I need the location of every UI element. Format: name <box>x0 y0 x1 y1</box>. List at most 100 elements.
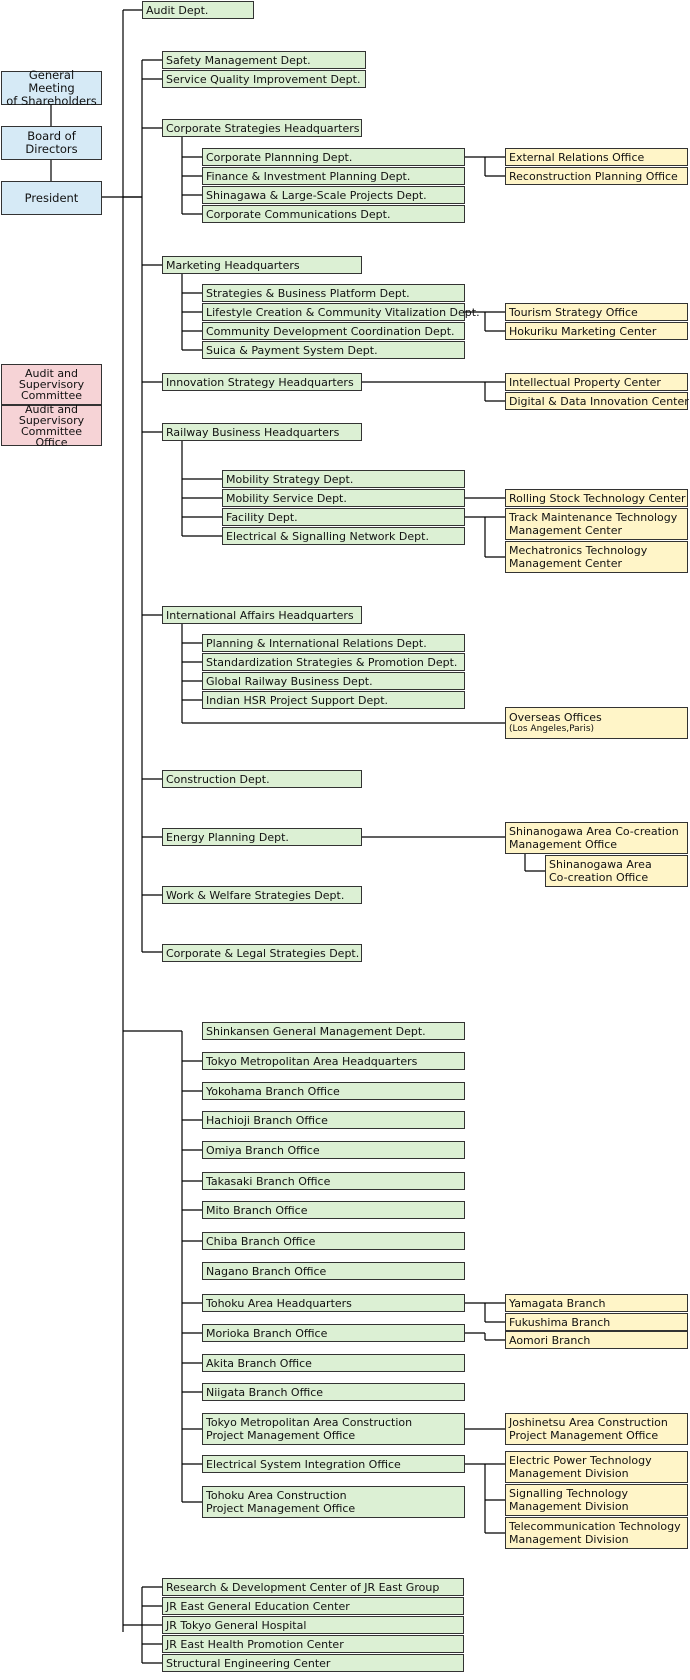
board-of-directors-box[interactable]: Board of Directors <box>1 126 102 160</box>
railway-child-label: Mobility Service Dept. <box>226 491 347 505</box>
construction-dept-box[interactable]: Construction Dept. <box>162 770 362 788</box>
railway-child-box[interactable]: Electrical & Signalling Network Dept. <box>222 527 465 545</box>
branch-label: Mito Branch Office <box>206 1203 308 1217</box>
president-box[interactable]: President <box>1 181 102 215</box>
intellectual-property-label: Intellectual Property Center <box>509 375 661 389</box>
mechatronics-box[interactable]: Mechatronics Technology Management Cente… <box>505 541 688 573</box>
marketing-child-label: Suica & Payment System Dept. <box>206 343 378 357</box>
hokuriku-marketing-label: Hokuriku Marketing Center <box>509 324 657 338</box>
branch-box[interactable]: Tokyo Metropolitan Area Headquarters <box>202 1052 465 1070</box>
external-relations-label: External Relations Office <box>509 150 645 164</box>
track-maintenance-box[interactable]: Track Maintenance Technology Management … <box>505 508 688 540</box>
branch-box[interactable]: Mito Branch Office <box>202 1201 465 1219</box>
audit-committee-office-box[interactable]: Audit and Supervisory Committee Office <box>1 404 102 448</box>
marketing-child-box[interactable]: Community Development Coordination Dept. <box>202 322 465 340</box>
external-relations-box[interactable]: External Relations Office <box>505 148 688 166</box>
international-child-label: Standardization Strategies & Promotion D… <box>206 655 458 669</box>
branch-box[interactable]: Omiya Branch Office <box>202 1141 465 1159</box>
safety-management-label: Safety Management Dept. <box>166 53 311 67</box>
railway-child-box[interactable]: Mobility Strategy Dept. <box>222 470 465 488</box>
institution-box[interactable]: Research & Development Center of JR East… <box>162 1578 464 1596</box>
safety-management-box[interactable]: Safety Management Dept. <box>162 51 366 69</box>
energy-planning-label: Energy Planning Dept. <box>166 830 289 844</box>
corp-child-box[interactable]: Corporate Plannning Dept. <box>202 148 465 166</box>
corp-child-box[interactable]: Finance & Investment Planning Dept. <box>202 167 465 185</box>
branch-box[interactable]: Shinkansen General Management Dept. <box>202 1022 465 1040</box>
audit-dept-box[interactable]: Audit Dept. <box>142 1 254 19</box>
telecom-division-box[interactable]: Telecommunication Technology Management … <box>505 1517 688 1549</box>
telecom-division-label: Telecommunication Technology Management … <box>509 1520 681 1546</box>
shinanogawa-management-box[interactable]: Shinanogawa Area Co-creation Management … <box>505 822 688 854</box>
audit-committee-label: Audit and Supervisory Committee <box>18 367 85 402</box>
branch-label: Tokyo Metropolitan Area Headquarters <box>206 1054 418 1068</box>
international-child-box[interactable]: Indian HSR Project Support Dept. <box>202 691 465 709</box>
branch-label: Takasaki Branch Office <box>206 1174 331 1188</box>
international-child-box[interactable]: Global Railway Business Dept. <box>202 672 465 690</box>
international-child-box[interactable]: Planning & International Relations Dept. <box>202 634 465 652</box>
innovation-hq-box[interactable]: Innovation Strategy Headquarters <box>162 373 362 391</box>
overseas-offices-box[interactable]: Overseas Offices (Los Angeles,Paris) <box>505 707 688 739</box>
service-quality-box[interactable]: Service Quality Improvement Dept. <box>162 70 366 88</box>
institution-label: JR East Health Promotion Center <box>166 1637 344 1651</box>
branch-box[interactable]: Akita Branch Office <box>202 1354 465 1372</box>
branch-box[interactable]: Morioka Branch Office <box>202 1324 465 1342</box>
signalling-division-box[interactable]: Signalling Technology Management Divisio… <box>505 1484 688 1516</box>
audit-committee-box[interactable]: Audit and Supervisory Committee <box>1 364 102 405</box>
branch-label: Tokyo Metropolitan Area Construction Pro… <box>206 1416 413 1442</box>
branch-box[interactable]: Hachioji Branch Office <box>202 1111 465 1129</box>
construction-dept-label: Construction Dept. <box>166 772 270 786</box>
work-welfare-box[interactable]: Work & Welfare Strategies Dept. <box>162 886 362 904</box>
institution-box[interactable]: JR Tokyo General Hospital <box>162 1616 464 1634</box>
fukushima-branch-box[interactable]: Fukushima Branch <box>505 1313 688 1331</box>
institution-box[interactable]: JR East Health Promotion Center <box>162 1635 464 1653</box>
work-welfare-label: Work & Welfare Strategies Dept. <box>166 888 345 902</box>
reconstruction-planning-box[interactable]: Reconstruction Planning Office <box>505 167 688 185</box>
institution-box[interactable]: JR East General Education Center <box>162 1597 464 1615</box>
branch-label: Chiba Branch Office <box>206 1234 316 1248</box>
branch-box[interactable]: Tohoku Area Construction Project Managem… <box>202 1486 465 1518</box>
intellectual-property-box[interactable]: Intellectual Property Center <box>505 373 688 391</box>
railway-child-box[interactable]: Facility Dept. <box>222 508 465 526</box>
branch-box[interactable]: Chiba Branch Office <box>202 1232 465 1250</box>
branch-box[interactable]: Tohoku Area Headquarters <box>202 1294 465 1312</box>
branch-box[interactable]: Niigata Branch Office <box>202 1383 465 1401</box>
rolling-stock-box[interactable]: Rolling Stock Technology Center <box>505 489 688 507</box>
branch-box[interactable]: Takasaki Branch Office <box>202 1172 465 1190</box>
corp-child-box[interactable]: Corporate Communications Dept. <box>202 205 465 223</box>
corp-child-box[interactable]: Shinagawa & Large-Scale Projects Dept. <box>202 186 465 204</box>
branch-label: Shinkansen General Management Dept. <box>206 1024 426 1038</box>
branch-box[interactable]: Nagano Branch Office <box>202 1262 465 1280</box>
marketing-hq-box[interactable]: Marketing Headquarters <box>162 256 362 274</box>
energy-planning-box[interactable]: Energy Planning Dept. <box>162 828 362 846</box>
institution-box[interactable]: Structural Engineering Center <box>162 1654 464 1672</box>
yamagata-branch-label: Yamagata Branch <box>509 1296 606 1310</box>
branch-label: Niigata Branch Office <box>206 1385 324 1399</box>
joshinetsu-construction-box[interactable]: Joshinetsu Area Construction Project Man… <box>505 1413 688 1445</box>
hokuriku-marketing-box[interactable]: Hokuriku Marketing Center <box>505 322 688 340</box>
fukushima-branch-label: Fukushima Branch <box>509 1315 611 1329</box>
digital-data-label: Digital & Data Innovation Center <box>509 394 689 408</box>
corporate-legal-box[interactable]: Corporate & Legal Strategies Dept. <box>162 944 362 962</box>
international-hq-box[interactable]: International Affairs Headquarters <box>162 606 362 624</box>
shinanogawa-cocreation-box[interactable]: Shinanogawa Area Co-creation Office <box>545 855 688 887</box>
corporate-strategies-hq-label: Corporate Strategies Headquarters <box>166 121 360 135</box>
international-child-box[interactable]: Standardization Strategies & Promotion D… <box>202 653 465 671</box>
digital-data-box[interactable]: Digital & Data Innovation Center <box>505 392 689 410</box>
aomori-branch-box[interactable]: Aomori Branch <box>505 1331 688 1349</box>
marketing-child-box[interactable]: Lifestyle Creation & Community Vitalizat… <box>202 303 480 321</box>
railway-child-label: Electrical & Signalling Network Dept. <box>226 529 429 543</box>
branch-box[interactable]: Electrical System Integration Office <box>202 1455 465 1473</box>
corp-child-label: Corporate Plannning Dept. <box>206 150 353 164</box>
yamagata-branch-box[interactable]: Yamagata Branch <box>505 1294 688 1312</box>
tourism-strategy-box[interactable]: Tourism Strategy Office <box>505 303 688 321</box>
marketing-child-box[interactable]: Strategies & Business Platform Dept. <box>202 284 465 302</box>
general-meeting-box[interactable]: General Meeting of Shareholders <box>1 68 102 107</box>
marketing-child-box[interactable]: Suica & Payment System Dept. <box>202 341 465 359</box>
electric-power-division-box[interactable]: Electric Power Technology Management Div… <box>505 1451 688 1483</box>
branch-box[interactable]: Yokohama Branch Office <box>202 1082 465 1100</box>
branch-box[interactable]: Tokyo Metropolitan Area Construction Pro… <box>202 1413 465 1445</box>
railway-hq-box[interactable]: Railway Business Headquarters <box>162 423 362 441</box>
corporate-strategies-hq-box[interactable]: Corporate Strategies Headquarters <box>162 119 362 137</box>
railway-child-box[interactable]: Mobility Service Dept. <box>222 489 465 507</box>
board-label: Board of Directors <box>25 129 78 156</box>
